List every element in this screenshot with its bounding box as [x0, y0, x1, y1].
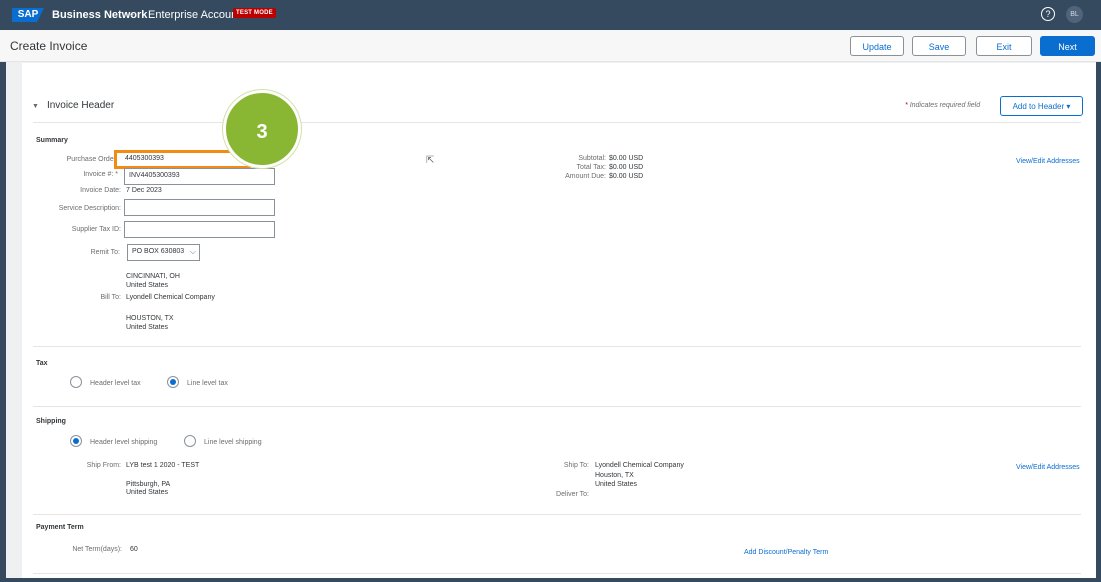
exit-button[interactable]: Exit [976, 36, 1032, 56]
service-description-label: Service Description: [58, 205, 121, 212]
amount-due-label: Amount Due: [565, 173, 606, 180]
supplier-tax-label: Supplier Tax ID: [71, 226, 121, 233]
summary-heading: Summary [36, 137, 68, 144]
right-frame [1096, 30, 1101, 582]
line-level-shipping-label[interactable]: Line level shipping [204, 439, 262, 446]
total-tax-label: Total Tax: [576, 164, 606, 171]
header-level-tax-label[interactable]: Header level tax [90, 380, 141, 387]
invoice-number-value: INV4405300393 [129, 172, 180, 179]
bottom-frame [0, 578, 1101, 582]
remit-to-value: PO BOX 630803 [132, 248, 185, 255]
invoice-card [22, 63, 1096, 578]
header-level-tax-radio[interactable] [70, 376, 82, 388]
remit-to-select[interactable]: PO BOX 630803 ⌵ [127, 244, 200, 261]
required-star: * [905, 102, 908, 109]
collapse-triangle-icon: ▼ [32, 103, 39, 110]
header-level-shipping-radio[interactable] [70, 435, 82, 447]
ship-from-label: Ship From: [86, 462, 121, 469]
required-note: * Indicates required field [905, 102, 980, 109]
line-level-tax-label[interactable]: Line level tax [187, 380, 228, 387]
bill-city: HOUSTON, TX [126, 315, 174, 322]
divider [33, 346, 1081, 347]
chevron-down-icon[interactable]: ⌄ [128, 8, 136, 19]
ship-from-country: United States [126, 489, 169, 496]
bill-to-name: Lyondell Chemical Company [126, 294, 215, 301]
left-frame [0, 30, 6, 582]
deliver-to-label: Deliver To: [556, 491, 589, 498]
bill-country: United States [126, 324, 169, 331]
add-discount-link[interactable]: Add Discount/Penalty Term [744, 549, 828, 556]
sap-logo[interactable]: SAP [12, 8, 44, 22]
invoice-date-label: Invoice Date: [80, 187, 121, 194]
amount-due-value: $0.00 USD [609, 173, 644, 180]
payment-term-heading: Payment Term [36, 524, 84, 531]
service-description-input[interactable] [124, 199, 275, 216]
ship-from-name: LYB test 1 2020 - TEST [126, 462, 200, 469]
next-button[interactable]: Next [1040, 36, 1095, 56]
remit-city: CINCINNATI, OH [126, 273, 180, 280]
net-term-label: Net Term(days): [72, 546, 122, 553]
test-mode-badge: TEST MODE [233, 8, 276, 18]
invoice-number-label: Invoice #: * [83, 171, 118, 178]
ship-to-country: United States [595, 481, 638, 488]
ship-to-name: Lyondell Chemical Company [595, 462, 684, 469]
section-title: Invoice Header [46, 100, 115, 111]
account-name: Enterprise Account [148, 9, 241, 21]
ship-from-city: Pittsburgh, PA [126, 481, 171, 488]
tax-heading: Tax [36, 360, 48, 367]
step-number-badge: 3 [223, 90, 301, 168]
view-edit-addresses-link[interactable]: View/Edit Addresses [1016, 158, 1080, 165]
subtotal-label: Subtotal: [578, 155, 606, 162]
page-title: Create Invoice [10, 39, 88, 53]
ship-to-city: Houston, TX [595, 472, 634, 479]
bill-to-label: Bill To: [100, 294, 122, 301]
remit-country: United States [126, 282, 169, 289]
purchase-order-value: 4405300393 [125, 155, 164, 162]
shell-bar: SAP Business Network ⌄ Enterprise Accoun… [0, 0, 1101, 30]
add-to-header-button[interactable]: Add to Header ▾ [1000, 96, 1083, 116]
invoice-header-toggle[interactable]: ▼ Invoice Header [32, 100, 114, 111]
divider [33, 122, 1081, 123]
remit-to-label: Remit To: [90, 249, 120, 256]
divider [33, 573, 1081, 574]
divider [33, 514, 1081, 515]
required-note-text: Indicates required field [909, 102, 981, 109]
avatar[interactable]: BL [1066, 6, 1083, 23]
purchase-order-label: Purchase Order: [66, 156, 118, 163]
line-level-shipping-radio[interactable] [184, 435, 196, 447]
net-term-value: 60 [130, 546, 138, 553]
mouse-cursor-icon: ⇱ [426, 155, 435, 166]
help-icon[interactable]: ? [1041, 7, 1055, 21]
save-button[interactable]: Save [912, 36, 966, 56]
header-level-shipping-label[interactable]: Header level shipping [90, 439, 157, 446]
total-tax-value: $0.00 USD [609, 164, 644, 171]
shipping-view-edit-addresses-link[interactable]: View/Edit Addresses [1016, 464, 1080, 471]
shipping-heading: Shipping [36, 418, 66, 425]
invoice-date-value[interactable]: 7 Dec 2023 [126, 187, 162, 194]
divider [33, 406, 1081, 407]
invoice-number-input[interactable]: INV4405300393 [124, 168, 275, 185]
subtotal-value: $0.00 USD [609, 155, 644, 162]
line-level-tax-radio[interactable] [167, 376, 179, 388]
ship-to-label: Ship To: [563, 462, 589, 469]
update-button[interactable]: Update [850, 36, 904, 56]
supplier-tax-input[interactable] [124, 221, 275, 238]
chevron-down-icon: ⌵ [189, 247, 196, 256]
